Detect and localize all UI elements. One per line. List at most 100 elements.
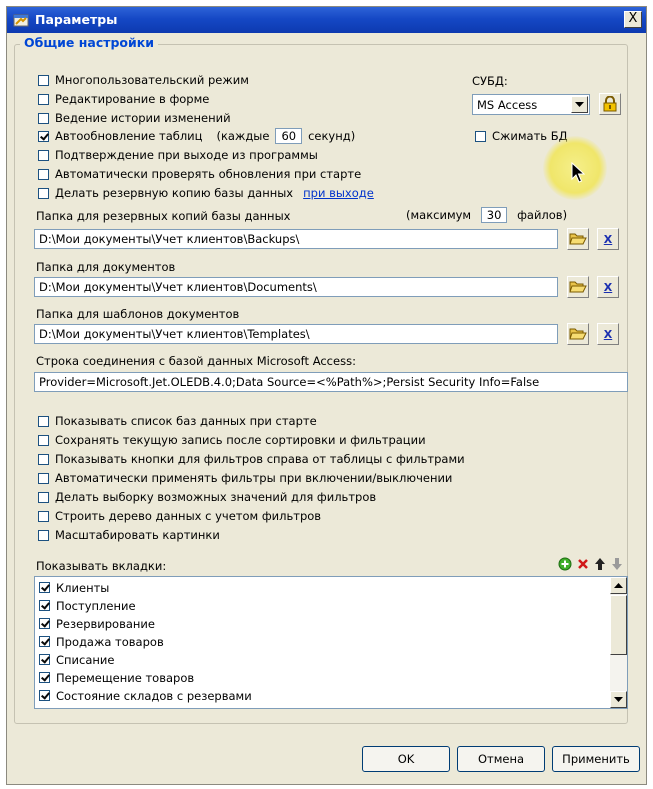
autoupdate-interval-field[interactable]: 60	[275, 128, 303, 144]
checkbox-box[interactable]	[38, 415, 49, 427]
checkbox-box[interactable]	[39, 672, 50, 683]
keep-record-checkbox[interactable]: Сохранять текущую запись после сортировк…	[38, 432, 426, 448]
remove-tab-button[interactable]	[575, 556, 591, 572]
scale-images-checkbox[interactable]: Масштабировать картинки	[38, 527, 220, 543]
show-db-list-checkbox[interactable]: Показывать список баз данных при старте	[38, 413, 317, 429]
clear-docs-folder-button[interactable]: X	[597, 276, 619, 298]
move-down-button[interactable]	[609, 556, 625, 572]
check-updates-checkbox[interactable]: Автоматически проверять обновления при с…	[38, 166, 361, 182]
list-item[interactable]: Резервирование	[39, 615, 155, 632]
checkbox-box[interactable]	[38, 453, 49, 465]
filter-values-checkbox[interactable]: Делать выборку возможных значений для фи…	[38, 489, 376, 505]
general-settings-title: Общие настройки	[20, 35, 159, 50]
list-item[interactable]: Клиенты	[39, 579, 109, 596]
auto-apply-filters-checkbox[interactable]: Автоматически применять фильтры при вклю…	[38, 470, 452, 486]
browse-backup-folder-button[interactable]	[567, 228, 589, 250]
checkbox-box[interactable]	[38, 510, 49, 522]
scroll-thumb[interactable]	[610, 595, 627, 655]
arrow-down-icon	[612, 558, 622, 570]
list-item-label: Состояние складов с резервами	[56, 688, 252, 703]
form-edit-checkbox[interactable]: Редактирование в форме	[38, 91, 209, 107]
checkbox-box[interactable]	[39, 690, 50, 701]
history-checkbox[interactable]: Ведение истории изменений	[38, 110, 231, 126]
clear-icon: X	[603, 280, 613, 294]
cancel-button[interactable]: Отмена	[457, 746, 545, 772]
checkbox-label: Подтверждение при выходе из программы	[55, 148, 318, 162]
ok-button[interactable]: OK	[362, 746, 450, 772]
checkbox-label: Автоматически проверять обновления при с…	[55, 167, 362, 181]
list-item[interactable]: Продажа товаров	[39, 633, 164, 650]
checkbox-box[interactable]	[39, 600, 50, 611]
autoupdate-prefix: (каждые	[216, 129, 270, 143]
connection-string-field[interactable]: Provider=Microsoft.Jet.OLEDB.4.0;Data So…	[34, 372, 628, 392]
checkbox-box[interactable]	[38, 187, 49, 199]
browse-templates-folder-button[interactable]	[567, 323, 589, 345]
list-item[interactable]: Списание	[39, 651, 114, 668]
checkbox-box[interactable]	[38, 130, 49, 142]
clear-icon: X	[603, 327, 613, 341]
checkbox-box[interactable]	[475, 130, 486, 142]
clear-icon: X	[603, 232, 613, 246]
compress-db-checkbox[interactable]: Сжимать БД	[475, 128, 568, 144]
checkbox-box[interactable]	[38, 74, 49, 86]
folder-open-icon	[569, 233, 587, 245]
checkbox-box[interactable]	[38, 149, 49, 161]
autoupdate-suffix: секунд)	[308, 129, 356, 143]
chevron-up-icon	[614, 582, 623, 588]
move-up-button[interactable]	[592, 556, 608, 572]
checkbox-box[interactable]	[39, 654, 50, 665]
clear-templates-folder-button[interactable]: X	[597, 323, 619, 345]
apply-button[interactable]: Применить	[552, 746, 640, 772]
checkbox-box[interactable]	[38, 529, 49, 541]
tree-filters-checkbox[interactable]: Строить дерево данных с учетом фильтров	[38, 508, 321, 524]
checkbox-label: Автообновление таблиц	[55, 129, 203, 143]
backup-folder-field[interactable]: D:\Мои документы\Учет клиентов\Backups\	[34, 229, 558, 249]
checkbox-box[interactable]	[39, 582, 50, 593]
max-backups-field[interactable]: 30	[480, 207, 508, 223]
checkbox-box[interactable]	[38, 168, 49, 180]
title-bar[interactable]: Параметры X	[7, 7, 646, 33]
backup-checkbox[interactable]: Делать резервную копию базы данных при в…	[38, 185, 374, 201]
close-button[interactable]: X	[624, 11, 642, 28]
folder-open-icon	[569, 328, 587, 340]
backup-folder-label: Папка для резервных копий базы данных	[36, 209, 291, 223]
multiuser-checkbox[interactable]: Многопользовательский режим	[38, 72, 249, 88]
list-item-label: Продажа товаров	[56, 634, 164, 649]
window-title: Параметры	[35, 12, 118, 27]
list-item[interactable]: Состояние складов с резервами	[39, 687, 252, 704]
scroll-down-button[interactable]	[610, 691, 627, 708]
checkbox-label: Редактирование в форме	[55, 92, 210, 106]
mouse-cursor-icon	[571, 162, 585, 183]
checkbox-box[interactable]	[39, 618, 50, 629]
list-item[interactable]: Поступление	[39, 597, 136, 614]
list-item-label: Резервирование	[56, 616, 155, 631]
checkbox-box[interactable]	[39, 636, 50, 647]
docs-folder-field[interactable]: D:\Мои документы\Учет клиентов\Documents…	[34, 277, 558, 297]
checkbox-box[interactable]	[38, 434, 49, 446]
clear-backup-folder-button[interactable]: X	[597, 228, 619, 250]
vertical-scrollbar[interactable]	[610, 577, 627, 708]
checkbox-box[interactable]	[38, 491, 49, 503]
templates-folder-label: Папка для шаблонов документов	[36, 307, 240, 321]
browse-docs-folder-button[interactable]	[567, 276, 589, 298]
autoupdate-checkbox[interactable]: Автообновление таблиц (каждые 60 секунд)	[38, 128, 355, 144]
scroll-up-button[interactable]	[610, 577, 627, 594]
list-item[interactable]: Перемещение товаров	[39, 669, 194, 686]
checkbox-label: Показывать кнопки для фильтров справа от…	[55, 452, 465, 466]
checkbox-label: Делать выборку возможных значений для фи…	[55, 490, 377, 504]
add-tab-button[interactable]	[557, 556, 573, 572]
checkbox-box[interactable]	[38, 472, 49, 484]
tabs-listbox[interactable]: Клиенты Поступление Резервирование Прода…	[34, 576, 628, 709]
lock-button[interactable]	[599, 93, 621, 115]
list-item-label: Списание	[56, 652, 115, 667]
dropdown-arrow-button[interactable]	[571, 96, 588, 113]
list-item-label: Перемещение товаров	[56, 670, 195, 685]
dbms-select[interactable]: MS Access	[472, 94, 590, 115]
arrow-up-icon	[595, 558, 605, 570]
checkbox-box[interactable]	[38, 112, 49, 124]
checkbox-box[interactable]	[38, 93, 49, 105]
exit-confirm-checkbox[interactable]: Подтверждение при выходе из программы	[38, 147, 318, 163]
filter-buttons-checkbox[interactable]: Показывать кнопки для фильтров справа от…	[38, 451, 465, 467]
backup-on-exit-link[interactable]: при выходе	[303, 186, 374, 200]
templates-folder-field[interactable]: D:\Мои документы\Учет клиентов\Templates…	[34, 324, 558, 344]
